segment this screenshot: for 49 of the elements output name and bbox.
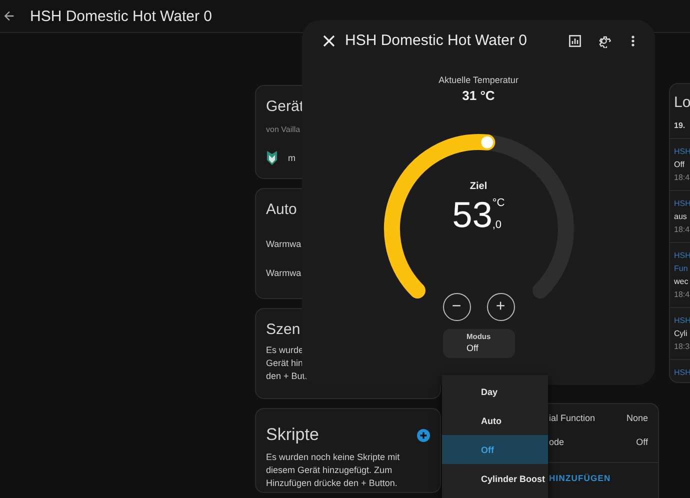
log-entity[interactable]: HSH xyxy=(674,366,690,379)
card-title: Skripte xyxy=(266,425,319,445)
target-label: Ziel xyxy=(470,181,488,192)
add-icon[interactable] xyxy=(417,428,430,442)
current-temperature: 31 °C xyxy=(462,88,495,103)
logo-icon xyxy=(266,150,278,166)
close-button[interactable] xyxy=(321,32,337,48)
log-entity[interactable]: HSH xyxy=(674,197,690,210)
gauge-handle[interactable] xyxy=(480,136,493,148)
log-entity[interactable]: HSH xyxy=(674,314,690,327)
add-button[interactable]: HINZUFÜGEN xyxy=(549,469,611,487)
log-message: wec xyxy=(674,276,690,288)
log-message: Cyli xyxy=(674,328,688,340)
card-title: Lo xyxy=(674,94,690,111)
control-label: ial Function xyxy=(549,413,596,423)
log-entity[interactable]: HSH xyxy=(674,249,690,262)
decimal-text: ,0 xyxy=(492,219,503,231)
increase-button[interactable]: + xyxy=(486,293,514,321)
manufacturer-text: von Vailla xyxy=(266,124,302,136)
log-entity[interactable]: HSH xyxy=(674,145,690,158)
decrease-button[interactable]: − xyxy=(442,293,470,321)
log-time: 18:4 xyxy=(674,289,690,301)
chart-icon[interactable] xyxy=(567,32,583,48)
menu-item[interactable]: Off xyxy=(442,435,548,464)
empty-text: Es wurden noch keine Skripte mit diesem Gerät hinzugefügt. Zum Hinzufügen drücke den + Button. xyxy=(266,451,401,490)
card-title: Szen xyxy=(266,321,302,338)
control-value[interactable]: Off xyxy=(636,437,648,447)
menu-item[interactable]: Day xyxy=(442,377,548,406)
page-title: HSH Domestic Hot Water 0 xyxy=(30,8,212,24)
back-arrow-icon[interactable] xyxy=(2,9,16,23)
log-time: 18:4 xyxy=(674,172,690,184)
log-message: aus xyxy=(674,211,688,223)
unit-text: °C xyxy=(492,197,505,209)
target-value: 53 xyxy=(452,197,492,233)
current-temperature-label: Aktuelle Temperatur xyxy=(438,75,518,85)
log-message: Off xyxy=(674,159,686,171)
card-title: Auto xyxy=(266,201,298,218)
menu-item[interactable]: Cylinder Boost xyxy=(442,464,548,493)
empty-text: Es wurde xyxy=(266,344,305,357)
log-time: 18:3 xyxy=(674,341,690,353)
menu-item[interactable]: Auto xyxy=(442,406,548,435)
device-row-text: m xyxy=(288,152,296,164)
control-label: ode xyxy=(549,437,564,447)
control-value[interactable]: None xyxy=(626,413,648,423)
dialog-title: HSH Domestic Hot Water 0 xyxy=(345,32,528,49)
card-title: Gerät xyxy=(266,98,305,115)
log-time: 18:4 xyxy=(674,224,690,236)
log-message: Fun xyxy=(674,263,689,275)
log-date: 19. xyxy=(674,120,686,132)
